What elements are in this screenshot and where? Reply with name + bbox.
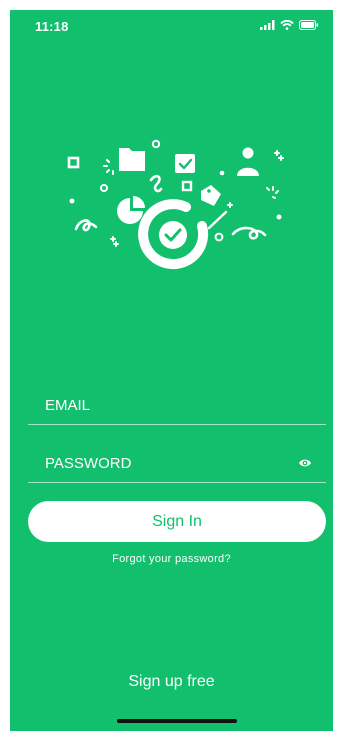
sparkle-icon (110, 236, 119, 247)
dot-icon (151, 139, 161, 149)
spinner-icon (266, 186, 279, 199)
dot-icon (69, 198, 75, 204)
password-field[interactable] (28, 448, 326, 483)
squiggle-icon (74, 219, 98, 232)
home-indicator (117, 719, 237, 723)
square-outline-icon (67, 156, 80, 169)
password-input[interactable] (45, 448, 285, 478)
email-input[interactable] (45, 390, 285, 420)
spinner-icon (103, 159, 114, 175)
check-circle-logo-icon (138, 199, 209, 270)
tag-icon (201, 185, 221, 206)
squiggle-icon (231, 226, 267, 240)
forgot-password-link[interactable]: Forgot your password? (10, 553, 333, 565)
sparkle-icon (227, 202, 233, 208)
user-icon (237, 147, 259, 176)
square-outline-icon (181, 180, 193, 192)
pencil-icon (207, 210, 228, 230)
dot-icon (276, 214, 282, 220)
sparkle-icon (274, 150, 284, 161)
dot-icon (100, 184, 108, 192)
dot-icon (219, 170, 225, 176)
dot-icon (214, 232, 224, 242)
pie-chart-icon (117, 196, 145, 224)
folder-icon (119, 148, 145, 171)
squiggle-icon (149, 174, 163, 193)
login-screen: 11:18 EMAIL Sign In Forgot your password… (10, 10, 333, 731)
signup-link[interactable]: Sign up free (10, 673, 333, 691)
eye-icon[interactable] (298, 456, 312, 470)
signin-button[interactable]: Sign In (28, 501, 326, 542)
hero-illustration (67, 139, 284, 270)
email-field[interactable] (28, 390, 326, 425)
checkbox-icon (175, 154, 195, 173)
